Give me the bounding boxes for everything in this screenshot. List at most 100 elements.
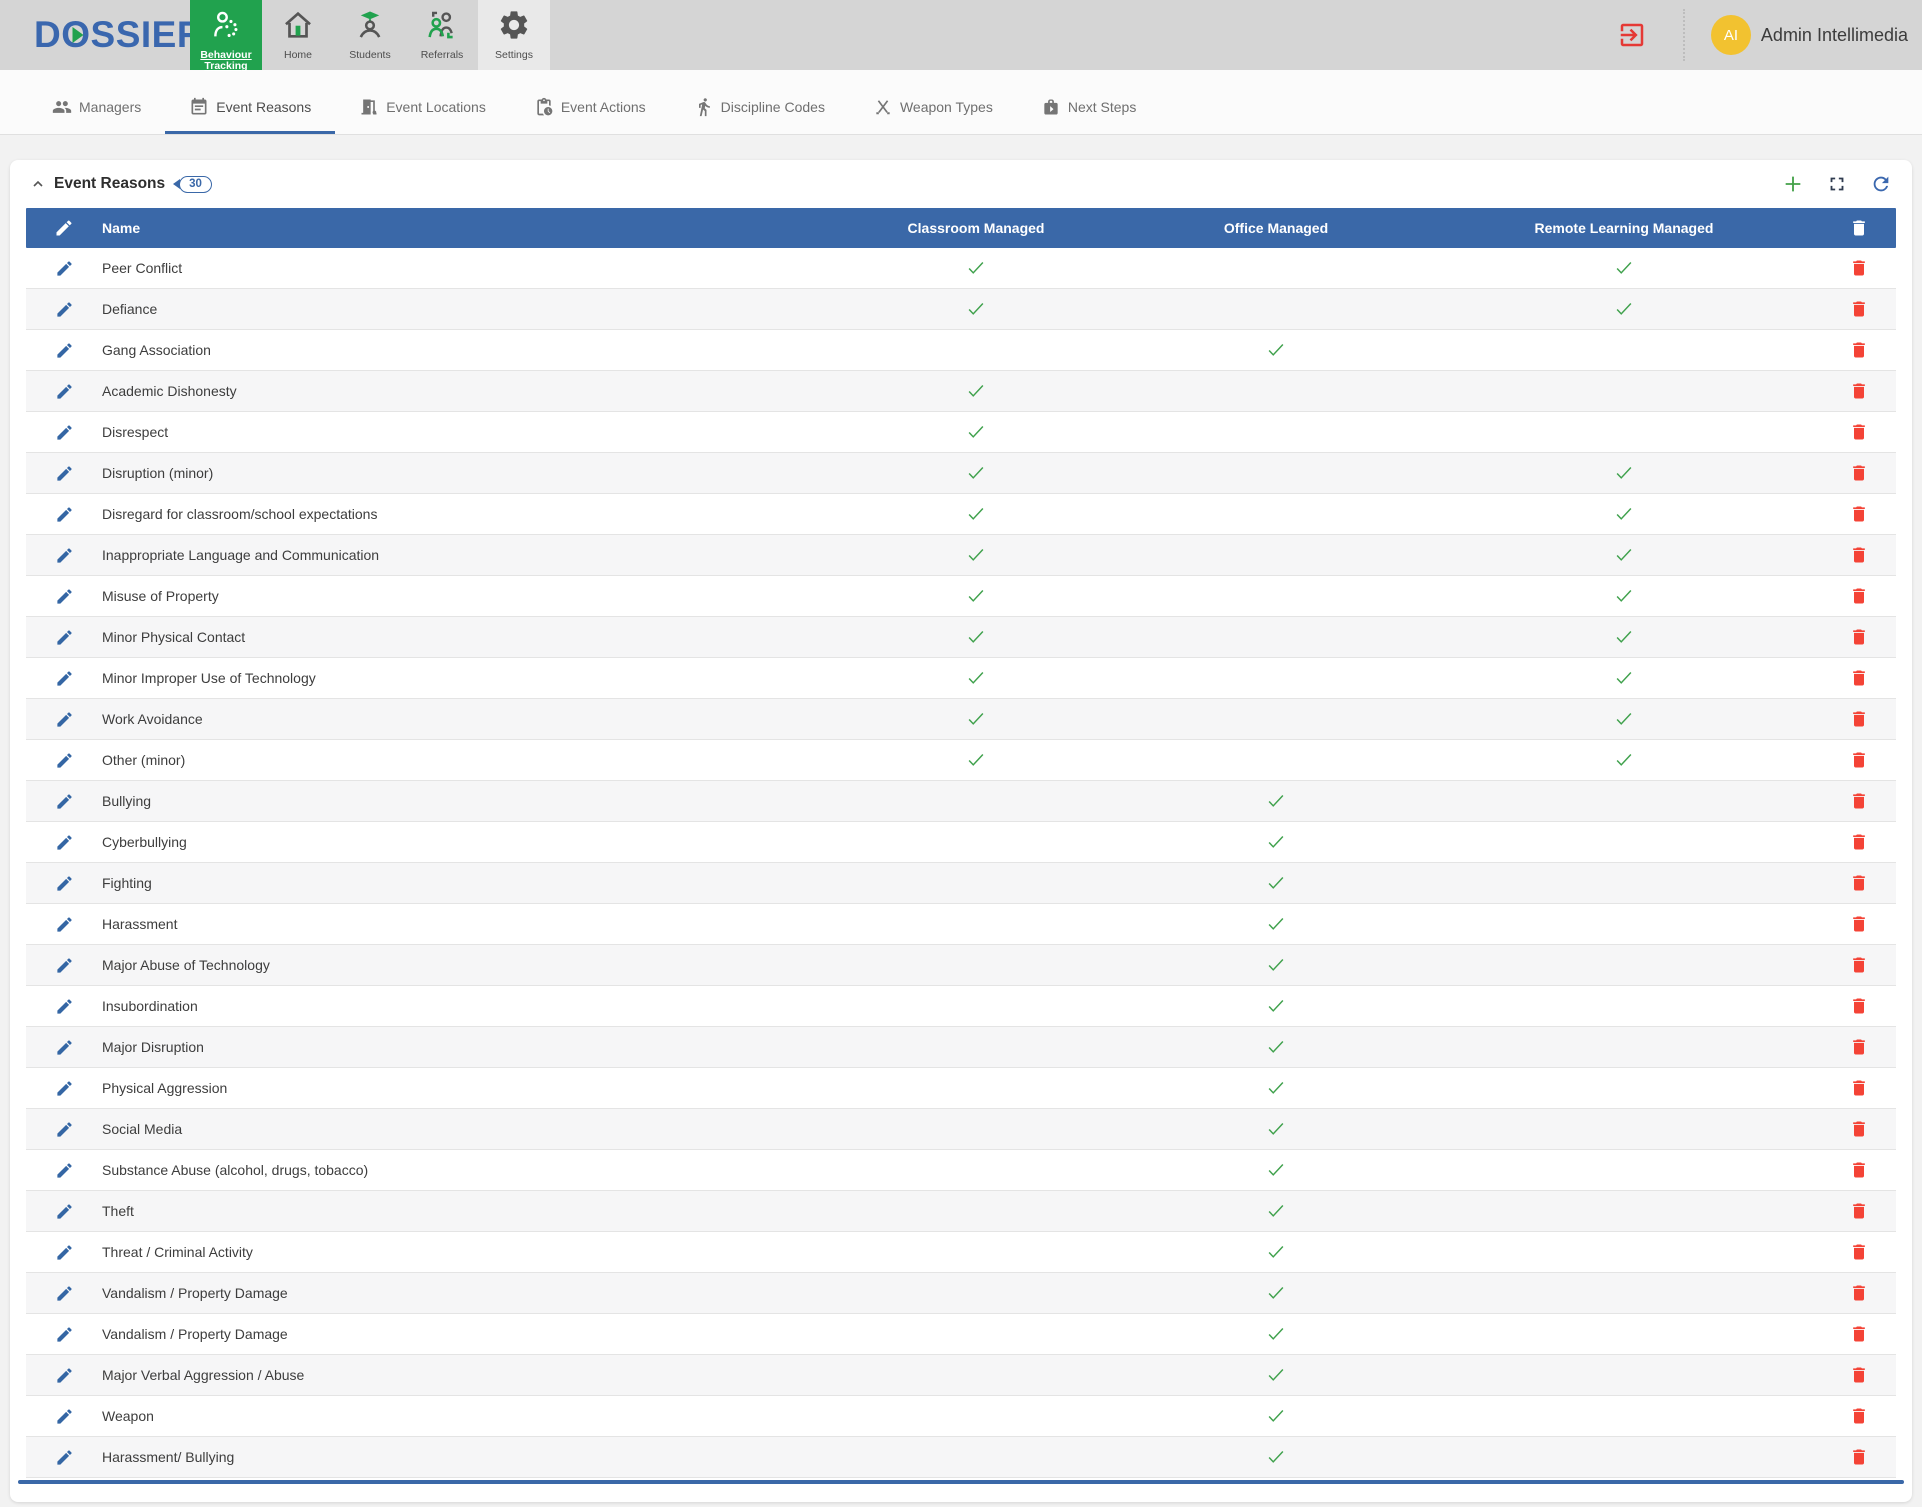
nav-item-students[interactable]: Students (334, 0, 406, 70)
nav-item-referrals[interactable]: Referrals (406, 0, 478, 70)
edit-row-icon[interactable] (55, 1407, 74, 1426)
edit-row-icon[interactable] (55, 423, 74, 442)
delete-row-icon[interactable] (1849, 1406, 1869, 1426)
office-managed-check (1126, 1077, 1426, 1099)
edit-row-icon[interactable] (55, 710, 74, 729)
logout-icon[interactable] (1617, 20, 1647, 50)
office-managed-check (1126, 995, 1426, 1017)
check-icon (1265, 995, 1287, 1017)
edit-row-icon[interactable] (55, 1202, 74, 1221)
delete-row-icon[interactable] (1849, 955, 1869, 975)
delete-row-icon[interactable] (1849, 258, 1869, 278)
delete-row-icon[interactable] (1849, 1283, 1869, 1303)
delete-row-icon[interactable] (1849, 668, 1869, 688)
check-icon (965, 626, 987, 648)
check-icon (1265, 1200, 1287, 1222)
tab-next-steps[interactable]: Next Steps (1017, 82, 1160, 134)
delete-row-icon[interactable] (1849, 709, 1869, 729)
edit-row-icon[interactable] (55, 300, 74, 319)
remote-learning-managed-check (1426, 1282, 1822, 1304)
edit-row-icon[interactable] (55, 505, 74, 524)
dossier-logo[interactable]: DOSSIER (0, 0, 190, 70)
delete-row-icon[interactable] (1849, 1160, 1869, 1180)
edit-row-icon[interactable] (55, 628, 74, 647)
edit-row-icon[interactable] (55, 259, 74, 278)
delete-row-icon[interactable] (1849, 586, 1869, 606)
delete-row-icon[interactable] (1849, 750, 1869, 770)
edit-row-icon[interactable] (55, 874, 74, 893)
office-managed-check (1126, 1159, 1426, 1181)
edit-row-icon[interactable] (55, 1120, 74, 1139)
avatar[interactable]: AI (1711, 15, 1751, 55)
edit-row-icon[interactable] (55, 1366, 74, 1385)
nav-item-home[interactable]: Home (262, 0, 334, 70)
delete-row-icon[interactable] (1849, 627, 1869, 647)
delete-row-icon[interactable] (1849, 1037, 1869, 1057)
edit-row-icon[interactable] (55, 341, 74, 360)
edit-row-icon[interactable] (55, 1161, 74, 1180)
edit-row-icon[interactable] (55, 464, 74, 483)
horizontal-scrollbar[interactable] (18, 1480, 1904, 1484)
edit-row-icon[interactable] (55, 1448, 74, 1467)
edit-row-icon[interactable] (55, 833, 74, 852)
delete-row-icon[interactable] (1849, 1365, 1869, 1385)
edit-row-icon[interactable] (55, 382, 74, 401)
delete-row-icon[interactable] (1849, 422, 1869, 442)
edit-row-icon[interactable] (55, 792, 74, 811)
edit-row-icon[interactable] (55, 915, 74, 934)
edit-row-icon[interactable] (55, 1079, 74, 1098)
office-managed-check (1126, 585, 1426, 607)
table-body: Peer Conflict Defiance Gang Association … (26, 248, 1896, 1478)
refresh-button[interactable] (1870, 173, 1892, 195)
add-button[interactable] (1782, 173, 1804, 195)
collapse-chevron-icon[interactable] (30, 176, 46, 192)
edit-row-icon[interactable] (55, 956, 74, 975)
edit-row-icon[interactable] (55, 587, 74, 606)
tab-event-locations[interactable]: Event Locations (335, 82, 510, 134)
delete-row-icon[interactable] (1849, 1201, 1869, 1221)
delete-row-icon[interactable] (1849, 873, 1869, 893)
check-icon (965, 667, 987, 689)
delete-row-icon[interactable] (1849, 504, 1869, 524)
delete-row-icon[interactable] (1849, 1119, 1869, 1139)
remote-learning-managed-check (1426, 831, 1822, 853)
edit-row-icon[interactable] (55, 546, 74, 565)
office-managed-check (1126, 872, 1426, 894)
delete-row-icon[interactable] (1849, 791, 1869, 811)
delete-row-icon[interactable] (1849, 832, 1869, 852)
tab-event-reasons[interactable]: Event Reasons (165, 82, 335, 134)
edit-row-icon[interactable] (55, 1243, 74, 1262)
delete-row-icon[interactable] (1849, 996, 1869, 1016)
edit-row-icon[interactable] (55, 669, 74, 688)
tab-weapon-types[interactable]: Weapon Types (849, 82, 1017, 134)
tab-event-actions[interactable]: Event Actions (510, 82, 670, 134)
nav-item-settings[interactable]: Settings (478, 0, 550, 70)
delete-row-icon[interactable] (1849, 914, 1869, 934)
edit-row-icon[interactable] (55, 1038, 74, 1057)
classroom-managed-check (826, 995, 1126, 1017)
event-reasons-icon (189, 97, 209, 117)
table-row: Bullying (26, 781, 1896, 822)
delete-row-icon[interactable] (1849, 1447, 1869, 1467)
delete-row-icon[interactable] (1849, 381, 1869, 401)
delete-row-icon[interactable] (1849, 463, 1869, 483)
delete-row-icon[interactable] (1849, 545, 1869, 565)
tab-discipline-codes[interactable]: Discipline Codes (670, 82, 849, 134)
fullscreen-button[interactable] (1826, 173, 1848, 195)
classroom-managed-check (826, 1036, 1126, 1058)
edit-row-icon[interactable] (55, 1284, 74, 1303)
students-icon (353, 8, 387, 47)
table-row: Physical Aggression (26, 1068, 1896, 1109)
tab-managers[interactable]: Managers (28, 82, 165, 134)
delete-row-icon[interactable] (1849, 299, 1869, 319)
edit-row-icon[interactable] (55, 997, 74, 1016)
nav-item-behaviour-tracking[interactable]: Behaviour Tracking (190, 0, 262, 70)
row-name: Work Avoidance (102, 711, 826, 727)
delete-row-icon[interactable] (1849, 1078, 1869, 1098)
classroom-managed-check (826, 585, 1126, 607)
edit-row-icon[interactable] (55, 751, 74, 770)
delete-row-icon[interactable] (1849, 1324, 1869, 1344)
delete-row-icon[interactable] (1849, 1242, 1869, 1262)
delete-row-icon[interactable] (1849, 340, 1869, 360)
edit-row-icon[interactable] (55, 1325, 74, 1344)
